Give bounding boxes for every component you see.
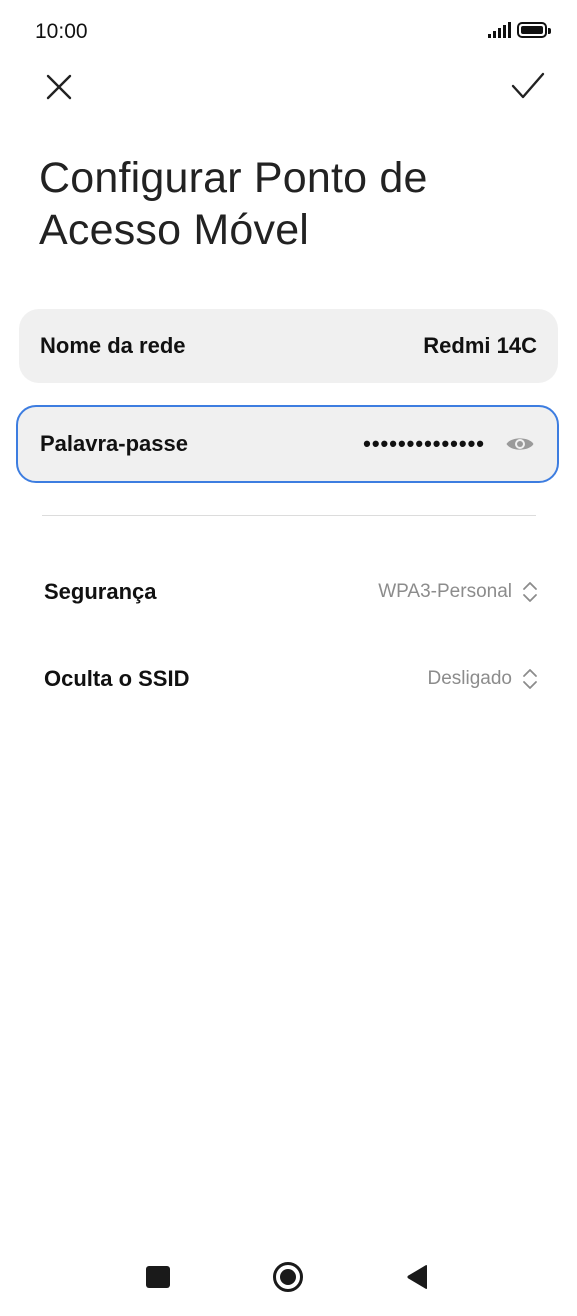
status-time: 10:00	[35, 20, 88, 43]
hide-ssid-setting[interactable]: Oculta o SSID Desligado	[44, 659, 538, 699]
divider	[42, 515, 536, 516]
up-down-chevron-icon	[523, 669, 537, 689]
hide-ssid-value: Desligado	[427, 668, 513, 689]
security-value: WPA3-Personal	[378, 581, 512, 602]
back-icon[interactable]	[405, 1264, 429, 1290]
recent-apps-icon[interactable]	[146, 1266, 170, 1288]
security-setting[interactable]: Segurança WPA3-Personal	[44, 572, 538, 612]
status-bar: 10:00	[0, 0, 577, 64]
eye-icon[interactable]	[505, 434, 535, 454]
password-value[interactable]: ••••••••••••••	[363, 431, 485, 457]
confirm-button[interactable]	[507, 68, 547, 106]
signal-icon	[488, 22, 511, 38]
network-name-field[interactable]: Nome da rede Redmi 14C	[19, 309, 558, 383]
page-title: Configurar Ponto de Acesso Móvel	[39, 154, 428, 254]
close-icon	[46, 74, 72, 100]
status-icons	[488, 22, 551, 38]
battery-icon	[517, 22, 551, 38]
close-button[interactable]	[40, 68, 78, 106]
home-icon[interactable]	[272, 1261, 304, 1293]
network-name-label: Nome da rede	[40, 333, 186, 358]
check-icon	[511, 72, 545, 99]
password-label: Palavra-passe	[40, 431, 188, 456]
up-down-chevron-icon	[523, 582, 537, 602]
network-name-value[interactable]: Redmi 14C	[423, 333, 537, 359]
password-field[interactable]: Palavra-passe ••••••••••••••	[16, 405, 559, 483]
security-label: Segurança	[44, 579, 157, 604]
hide-ssid-label: Oculta o SSID	[44, 666, 190, 691]
